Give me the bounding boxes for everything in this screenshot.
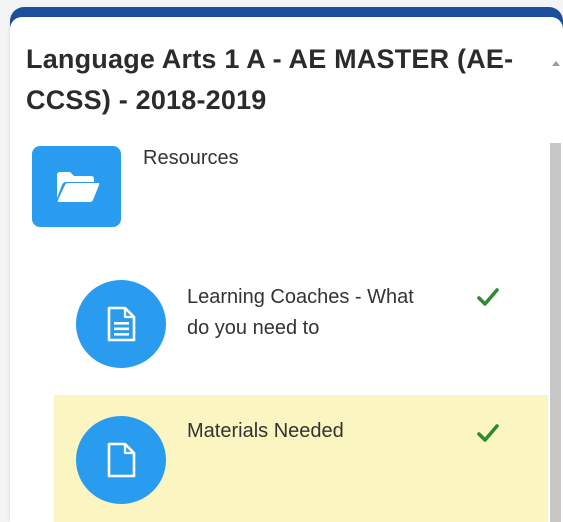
scrollbar-thumb[interactable] [550, 143, 561, 522]
item-label[interactable]: Materials Needed [187, 416, 437, 447]
folder-open-icon [56, 171, 99, 202]
checkmark-icon [477, 424, 499, 442]
vertical-scrollbar[interactable] [549, 47, 561, 522]
list-item-learning-coaches[interactable]: Learning Coaches - What do you need to [54, 257, 548, 377]
course-title: Language Arts 1 A - AE MASTER (AE-CCSS) … [26, 44, 514, 115]
scroll-up-arrow-icon[interactable] [552, 61, 560, 66]
document-lines-icon [107, 306, 136, 342]
resources-folder-label[interactable]: Resources [143, 147, 239, 170]
item-icon-circle [76, 416, 166, 504]
screen: Language Arts 1 A - AE MASTER (AE-CCSS) … [0, 0, 563, 522]
course-panel: Language Arts 1 A - AE MASTER (AE-CCSS) … [10, 17, 563, 522]
checkmark-icon [477, 288, 499, 306]
item-icon-circle [76, 280, 166, 368]
item-label[interactable]: Learning Coaches - What do you need to [187, 282, 437, 344]
list-item-materials-needed[interactable]: Materials Needed [54, 395, 548, 522]
resources-folder-button[interactable] [32, 146, 121, 227]
document-icon [107, 442, 136, 478]
